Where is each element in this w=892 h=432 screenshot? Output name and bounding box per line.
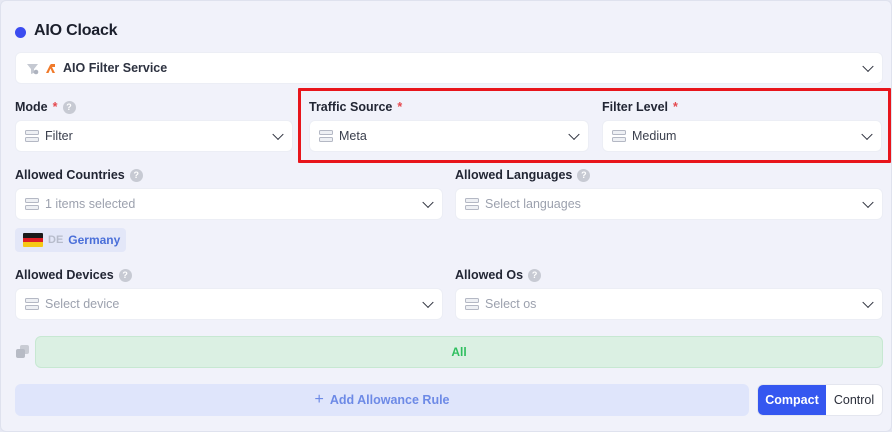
- chevron-down-icon[interactable]: [862, 296, 874, 309]
- country-name: Germany: [68, 233, 121, 247]
- aio-logo-icon: [46, 63, 55, 73]
- mode-value: Filter: [45, 129, 73, 143]
- help-icon[interactable]: ?: [118, 268, 132, 282]
- list-icon: [465, 298, 479, 310]
- mode-label: Mode * ?: [15, 100, 76, 114]
- chevron-down-icon[interactable]: [862, 60, 874, 73]
- allowed-devices-label: Allowed Devices ?: [15, 268, 132, 282]
- list-icon: [25, 198, 39, 210]
- allowed-countries-label: Allowed Countries ?: [15, 168, 143, 182]
- mode-select[interactable]: Filter: [15, 120, 293, 152]
- allowed-os-label-text: Allowed Os: [455, 268, 524, 282]
- germany-flag-icon: [23, 233, 43, 247]
- allowed-countries-label-text: Allowed Countries: [15, 168, 125, 182]
- chevron-down-icon[interactable]: [422, 196, 434, 209]
- aio-cloack-panel: AIO Cloack AIO Filter Service Mode * ? F…: [0, 0, 892, 432]
- allowed-languages-select[interactable]: Select languages: [455, 188, 883, 220]
- highlight-box: [298, 88, 891, 163]
- list-icon: [465, 198, 479, 210]
- mode-label-text: Mode: [15, 100, 48, 114]
- view-mode-toggle: Compact Control: [757, 384, 883, 416]
- allowed-devices-placeholder: Select device: [45, 297, 120, 311]
- help-icon[interactable]: ?: [62, 100, 76, 114]
- chevron-down-icon[interactable]: [272, 128, 284, 141]
- add-allowance-rule-label: Add Allowance Rule: [329, 393, 450, 407]
- filter-funnel-icon: [27, 63, 39, 74]
- allowed-os-placeholder: Select os: [485, 297, 537, 311]
- required-asterisk: *: [52, 100, 58, 114]
- allowed-countries-value: 1 items selected: [45, 197, 136, 211]
- compact-toggle-option[interactable]: Compact: [758, 385, 826, 415]
- country-tag-germany[interactable]: DE Germany: [15, 228, 126, 252]
- help-icon[interactable]: ?: [577, 168, 591, 182]
- chevron-down-icon[interactable]: [862, 196, 874, 209]
- panel-title: AIO Cloack: [34, 22, 118, 39]
- rule-all-bar[interactable]: All: [35, 336, 883, 368]
- help-icon[interactable]: ?: [528, 268, 542, 282]
- list-icon: [25, 298, 39, 310]
- control-toggle-option[interactable]: Control: [826, 385, 882, 415]
- service-value: AIO Filter Service: [63, 61, 168, 75]
- status-dot: [15, 27, 26, 38]
- allowed-languages-placeholder: Select languages: [485, 197, 581, 211]
- help-icon[interactable]: ?: [129, 168, 143, 182]
- add-allowance-rule-button[interactable]: + Add Allowance Rule: [15, 384, 749, 416]
- plus-icon: +: [314, 391, 324, 408]
- chevron-down-icon[interactable]: [422, 296, 434, 309]
- country-code: DE: [48, 234, 64, 246]
- allowed-os-select[interactable]: Select os: [455, 288, 883, 320]
- allowed-languages-label-text: Allowed Languages: [455, 168, 573, 182]
- list-icon: [25, 130, 39, 142]
- allowed-languages-label: Allowed Languages ?: [455, 168, 591, 182]
- allowed-devices-select[interactable]: Select device: [15, 288, 443, 320]
- allowed-countries-select[interactable]: 1 items selected: [15, 188, 443, 220]
- service-select[interactable]: AIO Filter Service: [15, 52, 883, 84]
- allowed-os-label: Allowed Os ?: [455, 268, 542, 282]
- allowed-devices-label-text: Allowed Devices: [15, 268, 114, 282]
- duplicate-icon[interactable]: [16, 345, 30, 359]
